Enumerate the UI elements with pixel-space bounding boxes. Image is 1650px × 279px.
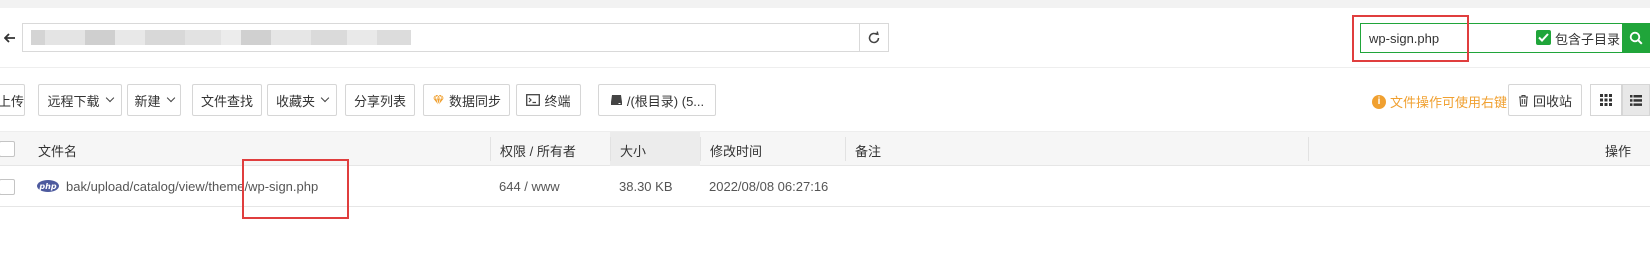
share-list-label: 分享列表 xyxy=(353,93,406,109)
file-perm-owner[interactable]: 644 / www xyxy=(499,179,560,194)
file-size: 38.30 KB xyxy=(619,179,673,194)
favorites-button[interactable]: 收藏夹 xyxy=(267,84,337,116)
favorites-label: 收藏夹 xyxy=(275,93,315,109)
top-strip xyxy=(0,0,1650,8)
include-subdir-checkbox[interactable] xyxy=(1536,30,1551,45)
file-name[interactable]: bak/upload/catalog/view/theme/wp-sign.ph… xyxy=(66,179,318,194)
column-separator xyxy=(845,137,846,161)
column-remark: 备注 xyxy=(855,144,882,159)
column-perm-owner[interactable]: 权限 / 所有者 xyxy=(500,141,576,160)
chevron-down-icon xyxy=(320,93,330,103)
tip-label: 文件操作可使用右键 xyxy=(1390,95,1508,110)
column-separator xyxy=(700,137,701,161)
path-input[interactable] xyxy=(22,23,860,52)
grid-view-button[interactable] xyxy=(1590,84,1622,116)
file-search-button[interactable]: 文件查找 xyxy=(192,84,262,116)
search-icon xyxy=(1629,31,1643,45)
php-file-icon: php xyxy=(37,180,59,192)
path-blurred-text xyxy=(31,30,411,45)
disk-icon xyxy=(610,95,622,105)
terminal-label: 终端 xyxy=(544,93,571,109)
disk-button[interactable]: /(根目录) (5... xyxy=(598,84,716,116)
info-icon: i xyxy=(1372,94,1386,109)
terminal-button[interactable]: 终端 xyxy=(516,84,581,116)
search-input[interactable] xyxy=(1369,28,1509,48)
search-button[interactable] xyxy=(1622,23,1650,53)
chevron-down-icon xyxy=(166,93,175,103)
chevron-down-icon xyxy=(105,93,114,103)
column-separator xyxy=(610,137,611,161)
column-separator xyxy=(1308,137,1309,161)
new-label: 新建 xyxy=(134,93,161,109)
recycle-bin-label: 回收站 xyxy=(1532,93,1572,109)
file-mtime: 2022/08/08 06:27:16 xyxy=(709,179,829,194)
refresh-icon xyxy=(868,30,880,43)
trash-icon xyxy=(1518,94,1528,107)
column-separator xyxy=(490,137,491,161)
table-row[interactable]: php bak/upload/catalog/view/theme/wp-sig… xyxy=(0,166,1650,207)
upload-button[interactable]: 上传 xyxy=(0,84,25,116)
list-view-button[interactable] xyxy=(1622,84,1650,116)
data-sync-label: 数据同步 xyxy=(448,93,501,109)
file-search-label: 文件查找 xyxy=(200,93,253,109)
disk-label: /(根目录) (5... xyxy=(626,93,705,109)
select-all-checkbox[interactable] xyxy=(0,141,15,157)
arrow-left-icon xyxy=(4,33,15,43)
new-button[interactable]: 新建 xyxy=(127,84,181,116)
column-size[interactable]: 大小 xyxy=(620,141,646,160)
refresh-button[interactable] xyxy=(860,23,889,52)
terminal-icon xyxy=(526,94,541,106)
list-icon xyxy=(1630,94,1642,106)
right-click-tip: i 文件操作可使用右键 xyxy=(1372,92,1507,111)
include-subdir-label[interactable]: 包含子目录 xyxy=(1555,29,1620,48)
remote-download-label: 远程下载 xyxy=(47,93,100,109)
back-button[interactable] xyxy=(0,25,20,51)
remote-download-button[interactable]: 远程下载 xyxy=(38,84,122,116)
column-name[interactable]: 文件名 xyxy=(38,141,77,160)
upload-label: 上传 xyxy=(0,93,25,109)
data-sync-button[interactable]: 数据同步 xyxy=(423,84,510,116)
divider xyxy=(0,67,1650,68)
grid-icon xyxy=(1600,94,1612,106)
check-icon xyxy=(1538,33,1549,42)
share-list-button[interactable]: 分享列表 xyxy=(345,84,415,116)
row-checkbox[interactable] xyxy=(0,179,15,195)
column-mtime[interactable]: 修改时间 xyxy=(710,141,762,160)
sync-gem-icon xyxy=(432,94,444,106)
column-ops: 操作 xyxy=(1605,144,1632,159)
table-header: 文件名 权限 / 所有者 大小 修改时间 备注 操作 xyxy=(0,131,1650,166)
recycle-bin-button[interactable]: 回收站 xyxy=(1508,84,1582,116)
